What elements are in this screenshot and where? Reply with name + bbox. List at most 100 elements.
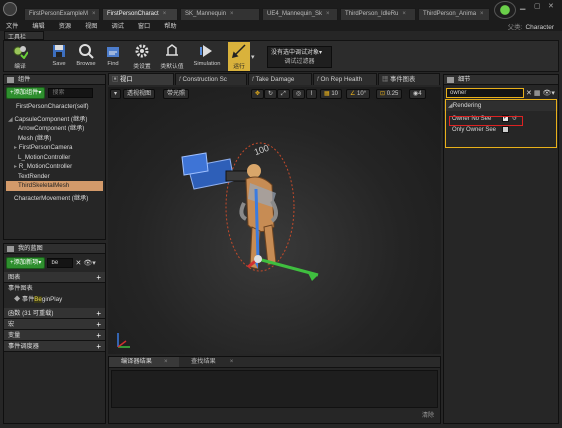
menu-window[interactable]: 窗口 (138, 21, 150, 30)
section-event-graph[interactable]: 事件图表 (4, 283, 105, 295)
play-button[interactable]: 运行 (228, 42, 250, 71)
find-icon (105, 43, 121, 59)
save-button[interactable]: Save (46, 42, 72, 71)
compile-button[interactable]: 编译 (7, 42, 33, 71)
editor-tab-viewport[interactable]: ▣ 视口 (108, 73, 174, 85)
add-component-button[interactable]: +添加组件▾ (6, 87, 46, 99)
menu-edit[interactable]: 编辑 (32, 21, 44, 30)
section-variables[interactable]: 变量 + (4, 329, 105, 341)
play-options-chevron-icon[interactable]: ▾ (251, 53, 255, 61)
editor-tab-construction-script[interactable]: f Construction Sc (175, 73, 247, 85)
components-header: 组件 (4, 75, 105, 85)
clear-search-icon[interactable]: ✕ (526, 89, 532, 97)
tab-compiler-results[interactable]: 编译器结果 × (109, 357, 179, 367)
doc-tab-4[interactable]: ThirdPerson_IdleRu × (340, 8, 416, 20)
tree-item-text-render[interactable]: TextRender (6, 172, 103, 182)
close-window-icon[interactable]: ✕ (548, 2, 554, 10)
viewport-options-chevron-icon[interactable]: ▾ (110, 89, 122, 99)
scale-icon[interactable]: ⤢ (277, 89, 290, 99)
editor-tab-on-rep-health[interactable]: f On Rep Health (313, 73, 377, 85)
axis-indicator-icon (117, 333, 130, 348)
grid-view-icon[interactable]: ▦ (534, 89, 541, 97)
add-new-button[interactable]: +添加新项▾ (6, 257, 46, 269)
find-button[interactable]: Find (100, 42, 126, 71)
grid-snap-button[interactable]: ▦ 10 (320, 89, 343, 99)
rotation-snap-button[interactable]: ∠ 10° (346, 89, 371, 99)
tree-item-third-skeletal-mesh[interactable]: ThirdSkeletalMesh (6, 181, 103, 191)
doc-tab-5[interactable]: ThirdPerson_Anima × (418, 8, 490, 20)
tree-item-self[interactable]: FirstPersonCharacter(self) (6, 102, 103, 112)
add-variable-icon[interactable]: + (96, 331, 101, 340)
doc-tab-3[interactable]: UE4_Mannequin_Sk × (262, 8, 338, 20)
world-local-icon[interactable]: ◎ (292, 89, 306, 99)
clear-button[interactable]: 清除 (422, 410, 434, 419)
class-settings-button[interactable]: 类设置 (129, 42, 155, 71)
document-tab-bar: FirstPersonExampleM × FirstPersonCharact ×… (0, 0, 562, 20)
doc-tab-2[interactable]: SK_Mannequin × (180, 8, 260, 20)
compiler-results-panel: 编译器结果 × 查找结果 × 清除 (108, 356, 441, 424)
tree-item-capsule[interactable]: ◢ CapsuleComponent (继承) (6, 115, 103, 125)
eye-icon[interactable]: 👁▾ (83, 259, 95, 267)
tree-item-mesh[interactable]: Mesh (继承) (6, 134, 103, 144)
lit-mode-button[interactable]: 带光照 (163, 89, 190, 99)
menu-debug[interactable]: 调试 (112, 21, 124, 30)
editor-tab-take-damage[interactable]: f Take Damage (248, 73, 312, 85)
my-blueprint-header: 我的蓝图 (4, 244, 105, 254)
compiler-log-area (111, 370, 438, 408)
tree-item-r-motion-controller[interactable]: ▸ R_MotionController (6, 162, 103, 172)
tree-item-first-person-camera[interactable]: ▸ FirstPersonCamera (6, 143, 103, 153)
section-event-dispatchers[interactable]: 事件调度器 + (4, 340, 105, 352)
components-search-input[interactable] (48, 88, 94, 98)
close-icon[interactable]: × (326, 11, 330, 17)
class-defaults-button[interactable]: 类默认值 (159, 42, 185, 71)
details-search-input[interactable] (446, 88, 524, 98)
viewport[interactable]: ▾ 透视视图 带光照 ✥ ↻ ⤢ ◎ ⌇ ▦ 10 ∠ 10° ⊡ 0.25 ◉… (108, 87, 441, 354)
source-control-icon[interactable] (494, 1, 516, 19)
close-icon[interactable]: × (480, 11, 484, 17)
close-icon[interactable]: × (164, 358, 168, 365)
add-macro-icon[interactable]: + (96, 320, 101, 329)
camera-speed-button[interactable]: ◉4 (409, 89, 426, 99)
menu-file[interactable]: 文件 (6, 21, 18, 30)
editor-tab-event-graph[interactable]: ▦ 事件图表 (378, 73, 440, 85)
simulation-button[interactable]: Simulation (192, 42, 222, 71)
tree-item-arrow[interactable]: ArrowComponent (继承) (6, 124, 103, 134)
menu-bar: 文件 编辑 资源 视图 调试 窗口 帮助 (0, 20, 562, 31)
add-dispatcher-icon[interactable]: + (96, 342, 101, 351)
browse-button[interactable]: Browse (73, 42, 99, 71)
blueprint-search-input[interactable] (47, 258, 74, 268)
tree-item-character-movement[interactable]: CharacterMovement (继承) (6, 194, 103, 204)
close-icon[interactable]: × (92, 11, 96, 17)
tree-item-l-motion-controller[interactable]: L_MotionController (6, 153, 103, 163)
close-icon[interactable]: × (163, 11, 167, 17)
doc-tab-0[interactable]: FirstPersonExampleM × (24, 8, 100, 20)
surface-snap-icon[interactable]: ⌇ (306, 89, 317, 99)
minimize-icon[interactable]: ▁ (520, 2, 525, 10)
close-icon[interactable]: × (230, 358, 234, 365)
unreal-logo-icon (3, 2, 17, 16)
perspective-button[interactable]: 透视视图 (123, 89, 156, 99)
components-icon (7, 77, 14, 83)
event-beginplay-item[interactable]: ◆ 事件BeginPlay (4, 295, 105, 305)
menu-help[interactable]: 帮助 (164, 21, 176, 30)
components-panel: 组件 +添加组件▾ FirstPersonCharacter(self) ◢ C… (3, 74, 106, 240)
tab-find-results[interactable]: 查找结果 × (179, 357, 249, 367)
play-icon (231, 43, 247, 59)
menu-asset[interactable]: 资源 (59, 21, 71, 30)
section-macros[interactable]: 宏 + (4, 318, 105, 330)
clear-search-icon[interactable]: ✕ (75, 259, 81, 267)
close-icon[interactable]: × (230, 11, 234, 17)
add-graph-icon[interactable]: + (96, 273, 101, 282)
add-function-icon[interactable]: + (96, 309, 101, 318)
section-graphs[interactable]: 图表 + (4, 272, 105, 283)
close-icon[interactable]: × (402, 11, 406, 17)
eye-icon[interactable]: 👁▾ (543, 89, 555, 97)
translate-icon[interactable]: ✥ (251, 89, 265, 99)
menu-view[interactable]: 视图 (85, 21, 97, 30)
section-functions[interactable]: 函数 (31 可重载) + (4, 307, 105, 319)
doc-tab-1[interactable]: FirstPersonCharact × (102, 8, 178, 20)
debug-object-select[interactable]: 没有选中调试对象▾ 调试过滤器 (267, 46, 332, 68)
scale-snap-button[interactable]: ⊡ 0.25 (376, 89, 403, 99)
rotate-icon[interactable]: ↻ (264, 89, 278, 99)
maximize-icon[interactable]: ▢ (534, 2, 541, 10)
